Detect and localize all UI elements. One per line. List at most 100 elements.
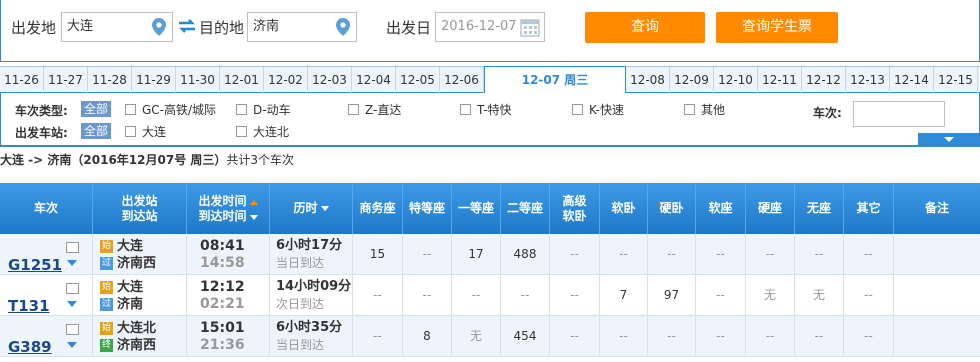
date-tab[interactable]: 11-27 <box>44 67 88 93</box>
date-tab[interactable]: 11-28 <box>88 67 132 93</box>
train-no-input[interactable] <box>853 101 945 127</box>
seat-other-cell: -- <box>844 316 894 357</box>
train-info-card-icon[interactable] <box>66 242 79 253</box>
to-station-input[interactable]: 济南 <box>247 12 357 42</box>
seat-soft-seat-cell: -- <box>696 234 746 275</box>
date-tab[interactable]: 12-04 <box>352 67 396 93</box>
date-tab[interactable]: 12-06 <box>440 67 484 93</box>
route-text: 大连 -> 济南（2016年12月07号 周三） <box>0 153 227 167</box>
header-other-label: 其它 <box>856 201 881 215</box>
seat-no-seat-cell: 无 <box>795 275 844 316</box>
header-remark: 备注 <box>894 183 980 234</box>
date-tab[interactable]: 11-30 <box>176 67 220 93</box>
arrival-time: 02:21 <box>200 296 245 312</box>
table-row: G389 始大连北终济南西 15:01 21:36 6小时35分 当日到达 -- 8 无 454-… <box>0 316 980 357</box>
sort-up-icon[interactable] <box>249 199 258 205</box>
header-special-label: 特等座 <box>408 201 445 215</box>
arrival-note: 次日到达 <box>276 297 325 311</box>
date-tab[interactable]: 12-05 <box>396 67 440 93</box>
search-bar: 出发地 大连 目的地 济南 出发日 2016-12-07 查询 查询学生票 <box>0 0 980 62</box>
train-table-header: 车次 出发站 到达站 出发时间 到达时间 历时 商务座 特等座 一等座 二等座 … <box>0 183 980 234</box>
header-stations: 出发站 到达站 <box>93 183 187 234</box>
seat-special-cell: 8 <box>403 316 452 357</box>
header-no-seat-label: 无座 <box>806 201 831 215</box>
date-tab[interactable]: 12-13 <box>846 67 890 93</box>
from-station-value: 大连 <box>67 19 94 34</box>
location-pin-icon <box>336 18 350 36</box>
header-business: 商务座 <box>353 183 403 234</box>
date-tab[interactable]: 12-01 <box>220 67 264 93</box>
location-pin-icon <box>152 18 166 36</box>
type-gc-label: GC-高铁/城际 <box>142 103 217 117</box>
header-soft-sleeper: 软卧 <box>600 183 648 234</box>
station-dalianbei-label: 大连北 <box>253 125 290 139</box>
train-cell: T131 <box>0 275 93 316</box>
train-info-card-icon[interactable] <box>66 324 79 335</box>
sort-down-icon[interactable] <box>249 214 258 220</box>
seat-business-cell: 15 <box>353 234 403 275</box>
train-cell: G1251 <box>0 234 93 275</box>
train-type-all-button[interactable]: 全部 <box>81 101 112 117</box>
type-t-label: T-特快 <box>477 103 512 117</box>
date-tab[interactable]: 12-11 <box>758 67 802 93</box>
date-tab[interactable]: 12-12 <box>802 67 846 93</box>
header-second: 二等座 <box>501 183 550 234</box>
header-other: 其它 <box>844 183 894 234</box>
date-tab[interactable]: 12-15 <box>934 67 978 93</box>
departure-time: 15:01 <box>200 320 245 336</box>
expand-stops-icon[interactable] <box>67 260 77 266</box>
seat-first-cell: 无 <box>452 316 501 357</box>
header-soft-seat-label: 软座 <box>708 201 733 215</box>
student-ticket-button[interactable]: 查询学生票 <box>716 12 838 43</box>
to-label: 目的地 <box>199 19 245 37</box>
date-tab[interactable]: 11-26 <box>0 67 44 93</box>
header-no-seat: 无座 <box>795 183 844 234</box>
header-duration[interactable]: 历时 <box>270 183 353 234</box>
seat-first-cell: -- <box>452 275 501 316</box>
duration: 6小时35分 <box>276 320 343 335</box>
date-tab[interactable]: 12-08 <box>626 67 670 93</box>
swap-stations-icon[interactable] <box>177 18 197 34</box>
date-tab[interactable]: 12-03 <box>308 67 352 93</box>
header-times[interactable]: 出发时间 到达时间 <box>187 183 270 234</box>
date-input[interactable]: 2016-12-07 <box>435 12 545 42</box>
header-soft-seat: 软座 <box>696 183 746 234</box>
from-station-input[interactable]: 大连 <box>61 12 173 42</box>
type-other-label: 其他 <box>701 103 726 117</box>
header-duration-label: 历时 <box>293 201 318 215</box>
seat-hard-sleeper-cell: -- <box>648 316 696 357</box>
seat-adv-soft-cell: -- <box>550 275 600 316</box>
seat-remark-cell <box>894 234 980 275</box>
type-d-label: D-动车 <box>253 103 291 117</box>
calendar-icon[interactable] <box>520 17 540 37</box>
date-tab[interactable]: 12-02 <box>264 67 308 93</box>
date-tabs: 11-26 11-27 11-28 11-29 11-30 12-01 12-02 12-03… <box>0 66 980 94</box>
to-station-name: 济南西 <box>117 256 157 271</box>
date-tab[interactable]: 12-14 <box>890 67 934 93</box>
seat-soft-seat-cell: -- <box>696 316 746 357</box>
train-info-card-icon[interactable] <box>66 283 79 294</box>
date-tab[interactable]: 12-09 <box>670 67 714 93</box>
arrival-time: 14:58 <box>200 255 245 271</box>
expand-stops-icon[interactable] <box>67 342 77 348</box>
to-station-value: 济南 <box>253 19 280 34</box>
date-tab[interactable]: 11-29 <box>132 67 176 93</box>
seat-soft-sleeper-cell: -- <box>600 234 648 275</box>
seat-hard-sleeper-cell: 97 <box>648 275 696 316</box>
train-code-link[interactable]: G389 <box>8 327 52 362</box>
header-business-label: 商务座 <box>359 201 396 215</box>
sort-down-icon[interactable] <box>320 206 329 211</box>
filter-panel: 车次类型: 全部 GC-高铁/城际 D-动车 Z-直达 T-特快 K-快速 其他… <box>0 93 980 145</box>
seat-special-cell: -- <box>403 275 452 316</box>
arrival-note: 当日到达 <box>276 256 325 270</box>
to-station-badge: 过 <box>100 298 113 311</box>
station-all-button[interactable]: 全部 <box>81 123 112 139</box>
header-train-label: 车次 <box>33 201 58 215</box>
query-button[interactable]: 查询 <box>585 12 705 43</box>
date-tab-active[interactable]: 12-07 周三 <box>484 66 626 94</box>
from-label: 出发地 <box>11 19 57 37</box>
header-adv-soft: 高级 软卧 <box>550 183 600 234</box>
date-tab[interactable]: 12-10 <box>714 67 758 93</box>
header-second-label: 二等座 <box>506 201 543 215</box>
expand-stops-icon[interactable] <box>67 301 77 307</box>
